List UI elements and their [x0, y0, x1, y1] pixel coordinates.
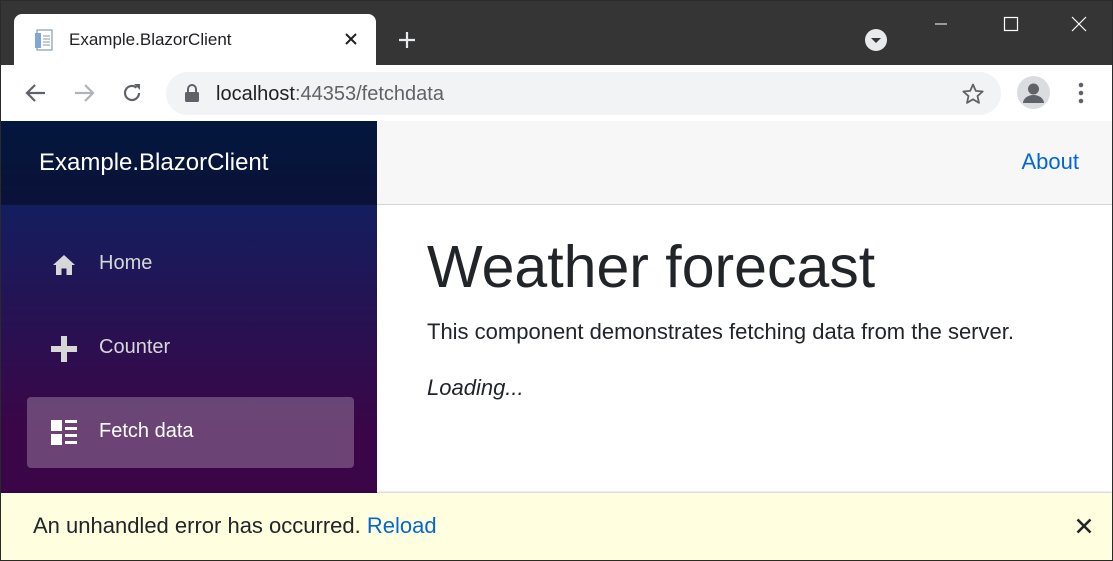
maximize-icon[interactable] [991, 9, 1031, 39]
plus-icon [51, 336, 77, 362]
home-icon [51, 252, 77, 278]
page-title: Weather forecast [427, 234, 876, 300]
close-window-icon[interactable] [1059, 9, 1099, 39]
nav-item-counter[interactable]: Counter [27, 313, 354, 384]
tab-strip: Example.BlazorClient [1, 1, 1112, 66]
url-text[interactable]: localhost:44353/fetchdata [216, 83, 444, 106]
nav-item-fetch-data[interactable]: Fetch data [27, 397, 354, 468]
tab-search-icon[interactable] [864, 28, 888, 52]
reload-icon[interactable] [116, 77, 148, 109]
page-description: This component demonstrates fetching dat… [427, 319, 1014, 344]
error-message-line: An unhandled error has occurred. Reload [33, 513, 437, 539]
profile-avatar-icon[interactable] [1017, 76, 1050, 109]
list-icon [51, 420, 77, 446]
browser-menu-icon[interactable] [1067, 77, 1095, 109]
error-banner: An unhandled error has occurred. Reload [1, 493, 1112, 560]
nav-item-home[interactable]: Home [27, 229, 354, 300]
browser-toolbar: localhost:44353/fetchdata [1, 65, 1112, 121]
brand-bar: Example.BlazorClient [1, 121, 377, 205]
url-host: localhost [216, 83, 295, 105]
app-brand[interactable]: Example.BlazorClient [39, 149, 268, 177]
main-content: Weather forecast This component demonstr… [427, 231, 1107, 401]
address-bar[interactable]: localhost:44353/fetchdata [166, 72, 1001, 115]
lock-icon[interactable] [184, 84, 200, 108]
url-path: :44353/fetchdata [294, 83, 444, 105]
bookmark-star-icon[interactable] [961, 82, 985, 111]
nav-label-home: Home [99, 252, 153, 274]
about-link[interactable]: About [1022, 149, 1080, 175]
browser-window: Example.BlazorClient localhost:44353/fet… [0, 0, 1113, 561]
page-viewport: Example.BlazorClient Home Counter Fetch … [1, 121, 1112, 560]
new-tab-plus-icon[interactable] [392, 25, 422, 55]
forward-arrow-icon[interactable] [68, 77, 100, 109]
page-favicon-icon [34, 28, 56, 52]
browser-tab[interactable]: Example.BlazorClient [14, 14, 376, 66]
tab-title: Example.BlazorClient [69, 30, 232, 49]
minimize-icon[interactable] [921, 9, 961, 39]
tab-close-icon[interactable] [340, 28, 362, 50]
nav-label-counter: Counter [99, 336, 171, 358]
nav-label-fetch-data: Fetch data [99, 420, 194, 442]
error-message: An unhandled error has occurred. [33, 513, 361, 538]
top-row: About [377, 121, 1112, 205]
loading-text: Loading... [427, 375, 524, 400]
reload-link[interactable]: Reload [367, 513, 437, 538]
dismiss-icon[interactable] [1073, 515, 1095, 537]
back-arrow-icon[interactable] [20, 77, 52, 109]
